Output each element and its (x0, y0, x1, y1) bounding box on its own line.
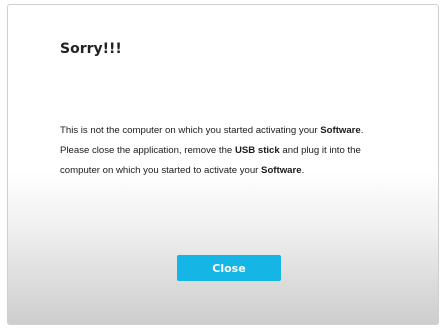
message-line-2-text: Please close the application, remove the (60, 145, 235, 156)
message-line-2-end: and plug it into the (279, 145, 361, 156)
message-line-1-bold: Software (320, 125, 361, 136)
message-line-3-bold: Software (261, 165, 302, 176)
message-line-1-text: This is not the computer on which you st… (60, 125, 321, 136)
close-button[interactable]: Close (177, 255, 281, 281)
dialog-message: This is not the computer on which you st… (60, 121, 432, 181)
message-line-1: This is not the computer on which you st… (60, 121, 432, 141)
message-line-3: computer on which you started to activat… (60, 161, 432, 181)
message-line-1-end: . (360, 125, 364, 136)
error-dialog: Sorry!!! This is not the computer on whi… (7, 4, 439, 325)
message-line-2: Please close the application, remove the… (60, 141, 432, 161)
dialog-title: Sorry!!! (60, 41, 122, 57)
message-line-3-end: . (301, 165, 305, 176)
message-line-2-bold: USB stick (234, 145, 280, 156)
message-line-3-text: computer on which you started to activat… (60, 165, 262, 176)
